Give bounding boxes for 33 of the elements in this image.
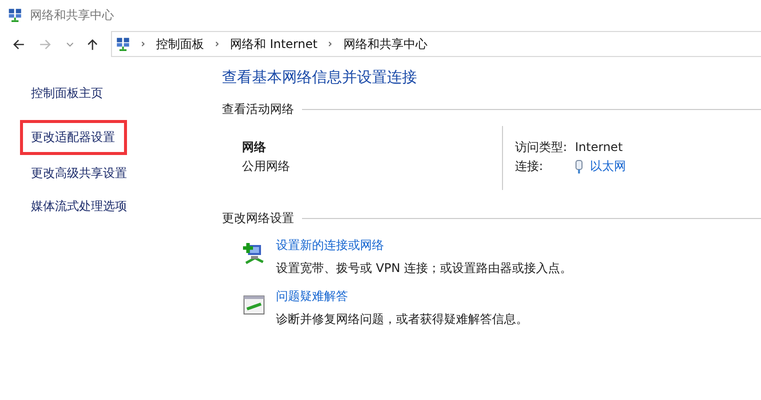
chevron-right-icon (140, 40, 146, 48)
up-arrow-icon[interactable] (86, 38, 99, 50)
detail-label: 访问类型: (515, 139, 568, 156)
troubleshoot-icon (242, 293, 266, 317)
page-heading: 查看基本网络信息并设置连接 (222, 68, 418, 87)
sidebar-link[interactable]: 媒体流式处理选项 (20, 192, 138, 221)
chevron-right-icon (327, 40, 334, 48)
chevron-right-icon (214, 40, 220, 48)
task-description: 诊断并修复网络问题，或者获得疑难解答信息。 (276, 311, 528, 327)
breadcrumb-item[interactable]: 网络和 Internet (230, 36, 318, 52)
sidebar-link[interactable]: 控制面板主页 (20, 79, 114, 108)
new-connection-icon (242, 242, 266, 266)
sidebar-link[interactable]: 更改适配器设置 (20, 120, 127, 155)
network-type: 公用网络 (242, 158, 291, 175)
chevron-down-icon[interactable] (66, 40, 74, 48)
task-link[interactable]: 设置新的连接或网络 (276, 237, 572, 253)
task-link[interactable]: 问题疑难解答 (276, 288, 528, 304)
detail-label: 连接: (515, 158, 544, 175)
network-name: 网络 (242, 139, 267, 156)
network-icon (8, 8, 22, 22)
sidebar-link[interactable]: 更改高级共享设置 (20, 159, 138, 188)
breadcrumb-item[interactable]: 控制面板 (156, 36, 204, 52)
ethernet-plug-icon (575, 160, 583, 174)
back-arrow-icon[interactable] (12, 38, 25, 50)
ethernet-link[interactable]: 以太网 (590, 157, 626, 176)
task-description: 设置宽带、拨号或 VPN 连接；或设置路由器或接入点。 (276, 260, 572, 276)
detail-value: Internet (575, 139, 623, 156)
network-icon (116, 37, 130, 51)
window-title: 网络和共享中心 (30, 6, 114, 24)
section-title: 更改网络设置 (222, 210, 294, 227)
breadcrumb-item[interactable]: 网络和共享中心 (343, 36, 428, 52)
section-title: 查看活动网络 (222, 101, 294, 118)
address-bar[interactable]: 控制面板 网络和 Internet 网络和共享中心 (111, 31, 761, 57)
